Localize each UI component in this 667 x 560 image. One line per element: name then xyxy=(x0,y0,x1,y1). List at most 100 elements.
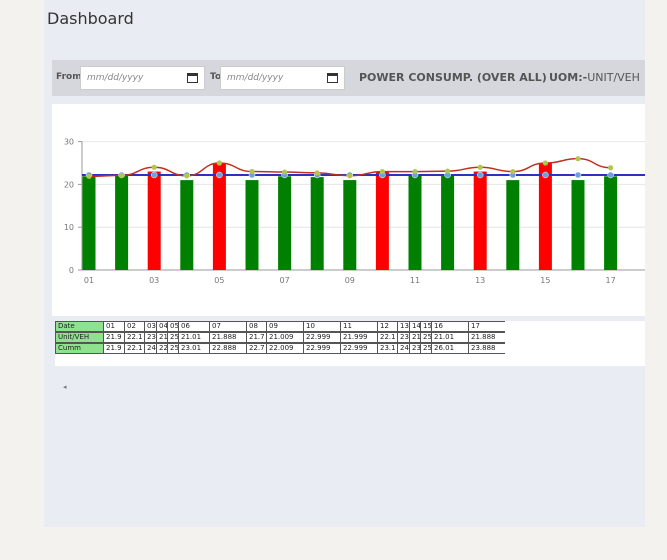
table-cell: 22.1 xyxy=(124,343,144,354)
table-cell: 21.888 xyxy=(209,332,246,343)
uom-value: UNIT/VEH xyxy=(587,71,640,84)
cumm-point xyxy=(379,168,385,175)
from-date-input[interactable]: mm/dd/yyyy xyxy=(80,66,205,90)
table-cell: 21 xyxy=(409,332,420,343)
x-tick-label: 07 xyxy=(280,276,290,285)
table-cell: 02 xyxy=(124,321,144,332)
table-cell: 24 xyxy=(397,343,409,354)
chart-heading: POWER CONSUMP. (OVER ALL) xyxy=(359,71,547,84)
y-tick-label: 30 xyxy=(64,138,74,147)
bar xyxy=(180,180,194,270)
table-cell: 25 xyxy=(167,332,178,343)
table-row-header: Cumm xyxy=(55,343,103,354)
y-tick-label: 20 xyxy=(64,180,74,189)
cumm-point xyxy=(119,172,125,179)
x-tick-label: 13 xyxy=(475,276,485,285)
table-row-header: Unit/VEH xyxy=(55,332,103,343)
page-title: Dashboard xyxy=(47,9,134,28)
to-date-placeholder: mm/dd/yyyy xyxy=(227,73,284,83)
table-cell: 09 xyxy=(266,321,303,332)
data-table: Date0102030405060708091011121314151617 Un… xyxy=(55,321,645,366)
cumm-point xyxy=(184,173,190,179)
x-tick-label: 01 xyxy=(84,276,94,285)
table-cell: 22.999 xyxy=(303,343,340,354)
bar xyxy=(571,180,585,270)
table-cell: 03 xyxy=(144,321,156,332)
bar xyxy=(212,163,226,270)
x-tick-label: 17 xyxy=(606,276,616,285)
x-tick-label: 09 xyxy=(345,276,355,285)
table-cell: 21.7 xyxy=(246,332,266,343)
table-cell: 23.1 xyxy=(377,343,397,354)
x-tick-label: 05 xyxy=(214,276,224,285)
cumm-point xyxy=(216,160,222,166)
avg-point xyxy=(542,171,549,179)
table-cell: 22.1 xyxy=(377,332,397,343)
table-cell: 21.01 xyxy=(431,332,468,343)
from-label: From xyxy=(56,72,82,82)
table-cell: 22 xyxy=(156,343,167,354)
chart-card: 0 10 20 30 01 03 05 07 09 11 13 15 17 xyxy=(52,104,645,316)
table-cell: 23 xyxy=(144,332,156,343)
cumm-point xyxy=(477,164,483,170)
table-cell: 21.009 xyxy=(266,332,303,343)
cumm-point xyxy=(510,168,516,175)
table-cell: 14 xyxy=(409,321,420,332)
table-cell: 17 xyxy=(468,321,505,332)
uom-key: UOM:- xyxy=(549,71,588,84)
cumm-point xyxy=(608,165,614,171)
table-cell: 25 xyxy=(420,343,431,354)
table-cell: 11 xyxy=(340,321,377,332)
avg-point xyxy=(216,171,223,179)
avg-point xyxy=(476,171,484,179)
cumm-point xyxy=(314,170,320,176)
bar xyxy=(147,171,161,270)
bar xyxy=(82,176,96,270)
table-cell: 23 xyxy=(397,332,409,343)
table-cell: 04 xyxy=(156,321,167,332)
table-cell: 22.1 xyxy=(124,332,144,343)
table-cell: 26.01 xyxy=(431,343,468,354)
bar xyxy=(441,175,455,270)
bar xyxy=(310,177,324,270)
table-cell: 21.999 xyxy=(340,332,377,343)
x-tick-label: 15 xyxy=(540,276,550,285)
bar xyxy=(278,176,292,270)
cumm-point xyxy=(575,156,581,162)
table-cell: 23.888 xyxy=(468,343,505,354)
table-cell: 16 xyxy=(431,321,468,332)
cumm-point xyxy=(86,173,92,179)
scroll-left-arrow[interactable]: ◂ xyxy=(63,383,67,391)
cumm-point xyxy=(412,168,418,175)
calendar-icon[interactable] xyxy=(187,73,198,83)
cumm-point xyxy=(249,168,255,175)
table-cell: 25 xyxy=(167,343,178,354)
calendar-icon[interactable] xyxy=(327,73,338,83)
bar xyxy=(375,171,389,270)
table-cell: 23.01 xyxy=(178,343,209,354)
table-cell: 22.7 xyxy=(246,343,266,354)
y-tick-label: 10 xyxy=(64,223,74,232)
bar xyxy=(473,171,487,270)
cumm-point xyxy=(282,169,288,175)
bar xyxy=(408,175,422,270)
cumm-point xyxy=(542,160,548,166)
cumm-point xyxy=(151,164,157,170)
table-cell: 23 xyxy=(409,343,420,354)
table-cell: 10 xyxy=(303,321,340,332)
table-cell: 08 xyxy=(246,321,266,332)
table-cell: 25 xyxy=(420,332,431,343)
table-cell: 07 xyxy=(209,321,246,332)
table-cell: 13 xyxy=(397,321,409,332)
to-date-input[interactable]: mm/dd/yyyy xyxy=(220,66,345,90)
table-cell: 21.9 xyxy=(103,343,124,354)
table-cell: 21.9 xyxy=(103,332,124,343)
power-consumption-chart: 0 10 20 30 01 03 05 07 09 11 13 15 17 xyxy=(64,138,645,285)
x-tick-label: 11 xyxy=(410,276,420,285)
bar xyxy=(115,175,129,270)
bar xyxy=(538,163,552,270)
bar xyxy=(245,180,259,270)
x-tick-label: 03 xyxy=(149,276,159,285)
avg-point xyxy=(607,171,614,179)
table-cell: 24 xyxy=(144,343,156,354)
